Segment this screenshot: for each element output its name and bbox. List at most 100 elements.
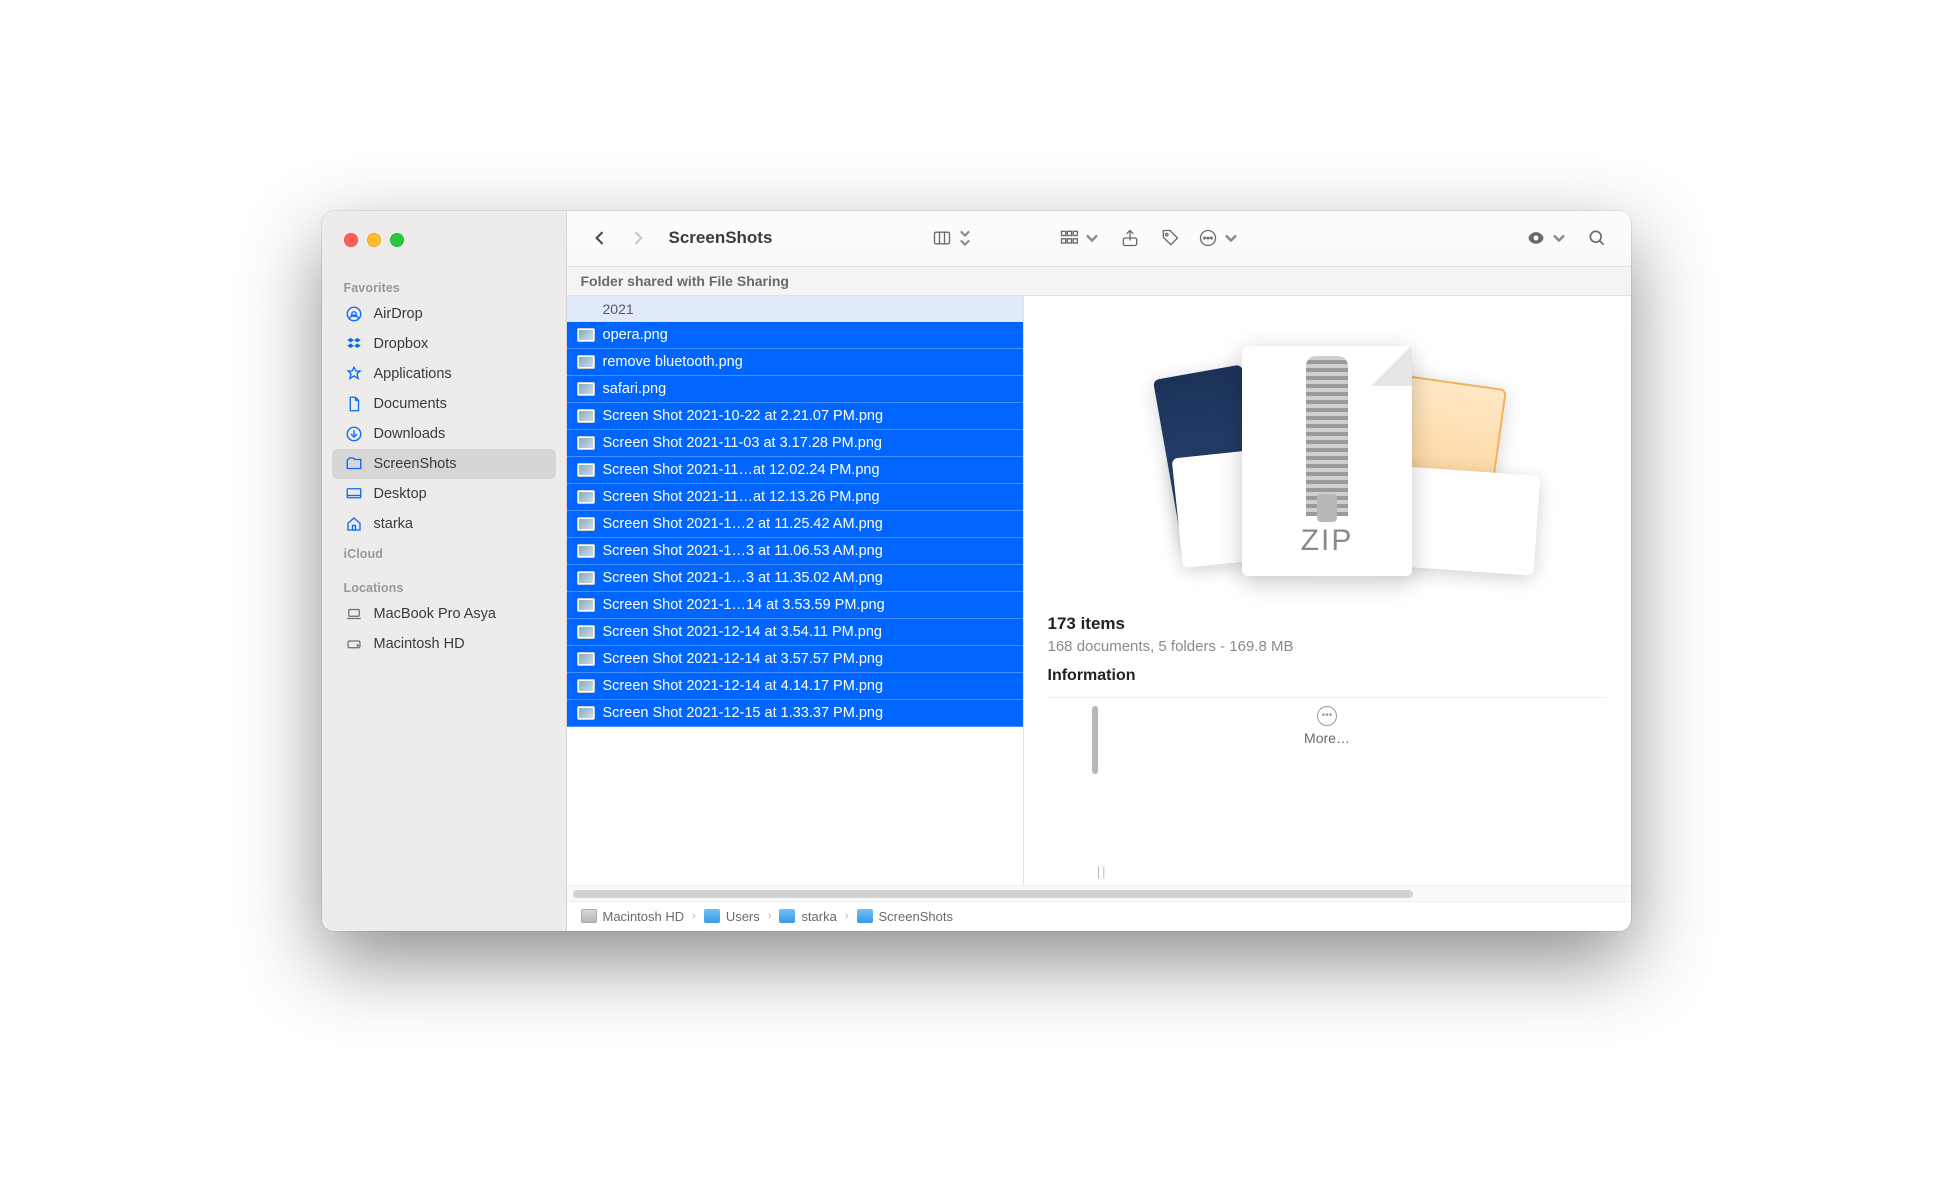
path-segment[interactable]: Macintosh HD	[581, 909, 685, 924]
file-name: Screen Shot 2021-12-15 at 1.33.37 PM.png	[603, 705, 884, 721]
sidebar-item-macbook-pro-asya[interactable]: MacBook Pro Asya	[332, 599, 556, 629]
sidebar-item-macintosh-hd[interactable]: Macintosh HD	[332, 629, 556, 659]
image-thumbnail-icon	[577, 355, 595, 369]
dropbox-icon	[344, 334, 364, 354]
preview-visibility-button[interactable]	[1522, 223, 1573, 253]
file-name: remove bluetooth.png	[603, 354, 743, 370]
file-row[interactable]: Screen Shot 2021-12-14 at 3.57.57 PM.png	[567, 646, 1023, 673]
sidebar-item-documents[interactable]: Documents	[332, 389, 556, 419]
folder-icon	[344, 454, 364, 474]
image-thumbnail-icon	[577, 436, 595, 450]
zip-label: ZIP	[1301, 524, 1354, 558]
image-thumbnail-icon	[577, 328, 595, 342]
group-by-button[interactable]	[1055, 223, 1106, 253]
sidebar-item-downloads[interactable]: Downloads	[332, 419, 556, 449]
sidebar-item-label: Documents	[374, 396, 447, 412]
sidebar-item-starka[interactable]: starka	[332, 509, 556, 539]
file-name: Screen Shot 2021-11-03 at 3.17.28 PM.png	[603, 435, 882, 451]
applications-icon	[344, 364, 364, 384]
image-thumbnail-icon	[577, 652, 595, 666]
file-name: opera.png	[603, 327, 668, 343]
sidebar-item-desktop[interactable]: Desktop	[332, 479, 556, 509]
path-segment[interactable]: starka	[779, 909, 836, 924]
file-row[interactable]: Screen Shot 2021-10-22 at 2.21.07 PM.png	[567, 403, 1023, 430]
sidebar-item-label: AirDrop	[374, 306, 423, 322]
content: 2021 opera.pngremove bluetooth.pngsafari…	[567, 296, 1631, 885]
finder-window: Favorites AirDrop DropboxApplications Docum…	[322, 211, 1631, 931]
file-name: safari.png	[603, 381, 667, 397]
disk-icon	[344, 634, 364, 654]
window-title: ScreenShots	[669, 228, 773, 248]
zip-archive-icon: ZIP	[1242, 346, 1412, 576]
chevron-right-icon: ›	[766, 910, 774, 922]
file-row[interactable]: safari.png	[567, 376, 1023, 403]
share-button[interactable]	[1114, 223, 1146, 253]
zoom-window-button[interactable]	[390, 233, 404, 247]
information-header: Information	[1048, 667, 1607, 685]
file-row[interactable]: Screen Shot 2021-11…at 12.13.26 PM.png	[567, 484, 1023, 511]
action-menu-button[interactable]	[1194, 223, 1245, 253]
back-button[interactable]	[585, 223, 615, 253]
image-thumbnail-icon	[577, 544, 595, 558]
file-row[interactable]: Screen Shot 2021-11…at 12.02.24 PM.png	[567, 457, 1023, 484]
selection-summary: 168 documents, 5 folders - 169.8 MB	[1048, 638, 1607, 655]
sidebar-item-label: MacBook Pro Asya	[374, 606, 497, 622]
sidebar-section-label: Favorites	[322, 275, 566, 297]
file-row[interactable]: Screen Shot 2021-12-14 at 3.54.11 PM.png	[567, 619, 1023, 646]
image-thumbnail-icon	[577, 382, 595, 396]
main-area: ScreenShots	[567, 211, 1631, 931]
sidebar-item-label: ScreenShots	[374, 456, 457, 472]
folder-icon	[704, 909, 720, 923]
path-segment-label: Macintosh HD	[603, 909, 685, 924]
selection-count-title: 173 items	[1048, 614, 1607, 634]
image-thumbnail-icon	[577, 490, 595, 504]
file-row[interactable]: Screen Shot 2021-1…14 at 3.53.59 PM.png	[567, 592, 1023, 619]
file-row[interactable]: Screen Shot 2021-11-03 at 3.17.28 PM.png	[567, 430, 1023, 457]
file-name: Screen Shot 2021-1…3 at 11.35.02 AM.png	[603, 570, 883, 586]
file-row[interactable]: Screen Shot 2021-1…2 at 11.25.42 AM.png	[567, 511, 1023, 538]
view-columns-button[interactable]	[928, 223, 979, 253]
forward-button[interactable]	[623, 223, 653, 253]
path-segment-label: Users	[726, 909, 760, 924]
chevron-right-icon: ›	[843, 910, 851, 922]
image-thumbnail-icon	[577, 409, 595, 423]
file-row[interactable]: remove bluetooth.png	[567, 349, 1023, 376]
folder-icon	[857, 909, 873, 923]
sidebar: Favorites AirDrop DropboxApplications Docum…	[322, 211, 567, 931]
path-segment[interactable]: ScreenShots	[857, 909, 953, 924]
disk-icon	[581, 909, 597, 923]
laptop-icon	[344, 604, 364, 624]
close-window-button[interactable]	[344, 233, 358, 247]
sidebar-section-label: Locations	[322, 575, 566, 597]
sharing-banner: Folder shared with File Sharing	[567, 267, 1631, 296]
image-thumbnail-icon	[577, 517, 595, 531]
file-list: opera.png remove bluetooth.png safari.png S…	[567, 322, 1023, 885]
path-segment[interactable]: Users	[704, 909, 760, 924]
minimize-window-button[interactable]	[367, 233, 381, 247]
more-actions[interactable]: ••• More…	[1048, 697, 1607, 746]
file-row[interactable]: opera.png	[567, 322, 1023, 349]
file-name: Screen Shot 2021-1…3 at 11.06.53 AM.png	[603, 543, 883, 559]
search-button[interactable]	[1581, 223, 1613, 253]
path-bar[interactable]: Macintosh HD›Users›starka›ScreenShots	[567, 901, 1631, 931]
file-row[interactable]: Screen Shot 2021-12-14 at 4.14.17 PM.png	[567, 673, 1023, 700]
edit-tags-button[interactable]	[1154, 223, 1186, 253]
horizontal-scrollbar[interactable]	[567, 885, 1631, 901]
file-row[interactable]: Screen Shot 2021-1…3 at 11.06.53 AM.png	[567, 538, 1023, 565]
vertical-scrollbar-thumb[interactable]	[1092, 706, 1098, 774]
image-thumbnail-icon	[577, 571, 595, 585]
file-row[interactable]: Screen Shot 2021-12-15 at 1.33.37 PM.png	[567, 700, 1023, 727]
sidebar-item-dropbox[interactable]: Dropbox	[332, 329, 556, 359]
sidebar-item-airdrop[interactable]: AirDrop	[332, 299, 556, 329]
file-row[interactable]: Screen Shot 2021-1…3 at 11.35.02 AM.png	[567, 565, 1023, 592]
sidebar-item-label: Downloads	[374, 426, 446, 442]
sidebar-item-screenshots[interactable]: ScreenShots	[332, 449, 556, 479]
path-segment-label: ScreenShots	[879, 909, 953, 924]
sidebar-item-applications[interactable]: Applications	[332, 359, 556, 389]
column-resize-handle-icon[interactable]: ||	[1097, 864, 1108, 879]
sidebar-section-label: iCloud	[322, 541, 566, 563]
sidebar-item-label: Desktop	[374, 486, 427, 502]
file-column[interactable]: 2021 opera.pngremove bluetooth.pngsafari…	[567, 296, 1024, 885]
file-name: Screen Shot 2021-11…at 12.02.24 PM.png	[603, 462, 880, 478]
document-icon	[344, 394, 364, 414]
